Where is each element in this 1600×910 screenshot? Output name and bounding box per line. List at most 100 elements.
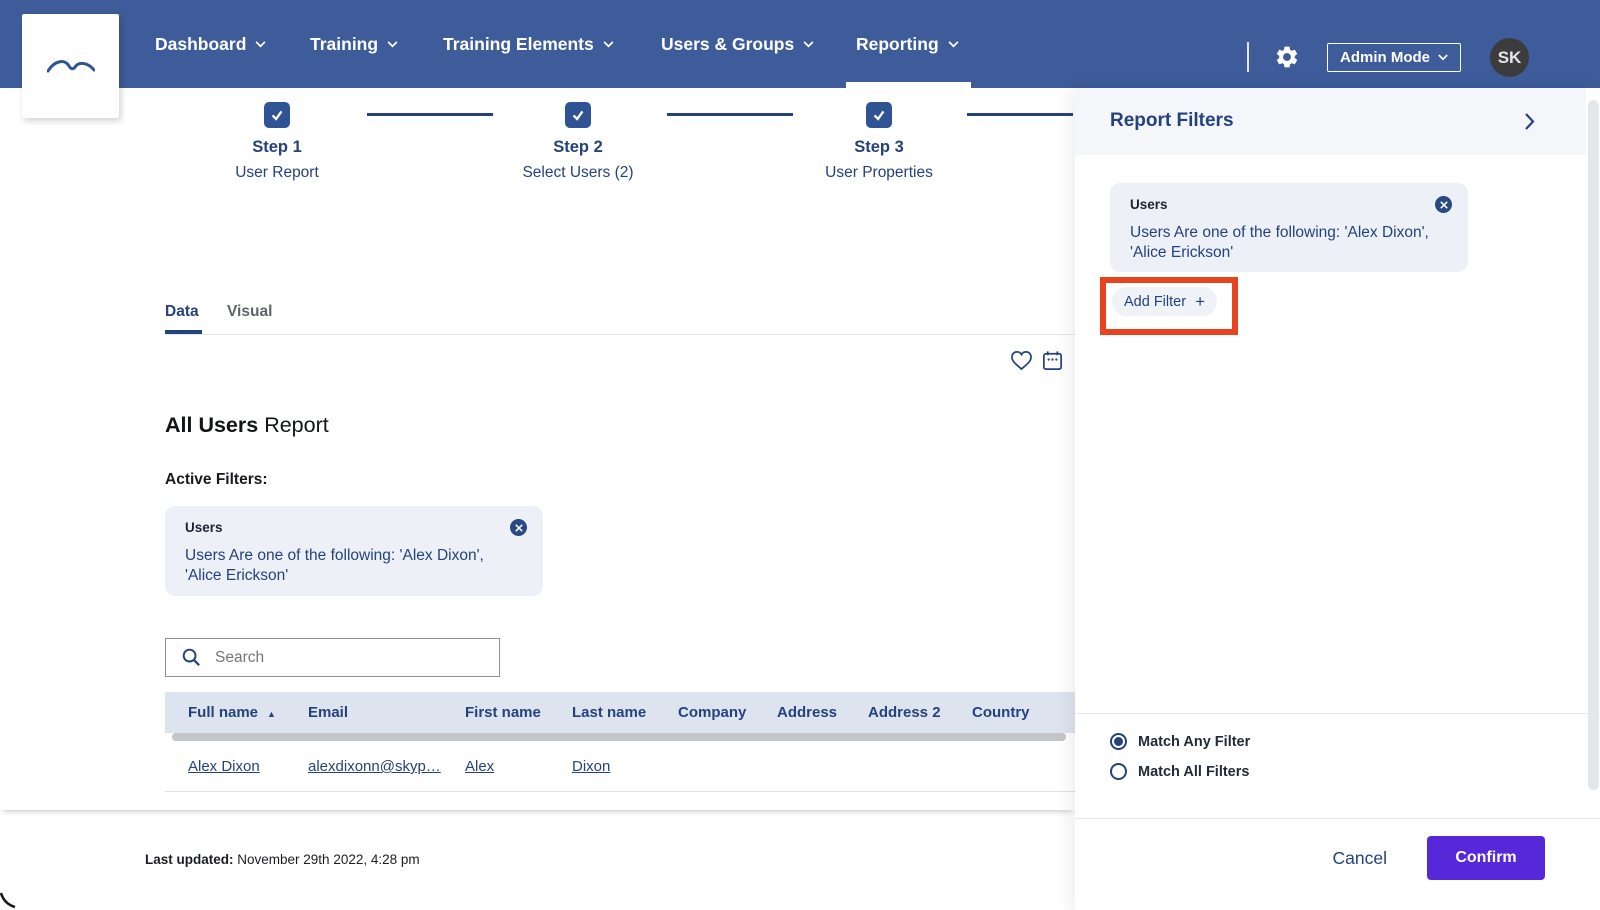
panel-actions: Cancel Confirm (1075, 836, 1545, 880)
corner-decoration (0, 892, 16, 909)
avatar-initials: SK (1497, 47, 1522, 67)
chevron-down-icon (803, 40, 814, 47)
filter-title: Users (185, 520, 223, 535)
confirm-button[interactable]: Confirm (1427, 836, 1545, 880)
column-header-country[interactable]: Country (972, 704, 1062, 721)
panel-filter-card: Users Users Are one of the following: 'A… (1110, 183, 1468, 272)
search-input[interactable] (215, 648, 499, 667)
chevron-down-icon (387, 40, 398, 47)
column-header-company[interactable]: Company (678, 704, 777, 721)
table-row: Alex Dixon alexdixonn@skyp… Alex Dixon (165, 742, 1075, 792)
column-header-address[interactable]: Address (777, 704, 868, 721)
cell-email-link[interactable]: aliceerickson@sk (308, 808, 425, 810)
cell-first-name-link[interactable]: Alex (465, 758, 494, 775)
step-subtitle: User Report (235, 164, 319, 181)
panel-divider (1075, 818, 1600, 819)
radio-label: Match Any Filter (1138, 733, 1251, 750)
nav-label: Users & Groups (661, 33, 795, 54)
nav-label: Dashboard (155, 33, 247, 54)
panel-title: Report Filters (1110, 110, 1234, 131)
table-row: Alice Erickson aliceerickson@sk Alice Er… (165, 792, 1075, 810)
nav-item-training[interactable]: Training (310, 0, 398, 88)
chevron-right-icon (1525, 113, 1535, 130)
step-2-checkbox[interactable] (565, 102, 591, 128)
add-filter-label: Add Filter (1124, 293, 1187, 310)
nav-label: Reporting (856, 33, 939, 54)
column-header-first-name[interactable]: First name (465, 704, 572, 721)
radio-label: Match All Filters (1138, 763, 1250, 780)
close-icon (514, 523, 523, 532)
cancel-button[interactable]: Cancel (1333, 848, 1387, 869)
collapse-panel-button[interactable] (1525, 113, 1535, 135)
active-filters-label: Active Filters: (165, 471, 268, 488)
step-1-checkbox[interactable] (264, 102, 290, 128)
users-table: Full name ▲ Email First name Last name Co… (165, 692, 1075, 810)
search-box (165, 638, 500, 677)
step-connector (967, 113, 1073, 116)
chevron-down-icon (603, 40, 614, 47)
nav-item-users-groups[interactable]: Users & Groups (661, 0, 814, 88)
logo[interactable] (22, 14, 119, 118)
page-vertical-scrollbar[interactable] (1588, 100, 1599, 790)
step-title: Step 1 (252, 138, 302, 156)
step-title: Step 3 (854, 138, 904, 156)
nav-item-dashboard[interactable]: Dashboard (155, 0, 266, 88)
step-2: Step 2 Select Users (2) (468, 102, 688, 182)
step-connector (667, 113, 793, 116)
screen: Dashboard Training Training Elements Use… (0, 0, 1600, 910)
match-all-filters-radio[interactable]: Match All Filters (1110, 763, 1249, 780)
cell-full-name-link[interactable]: Alice Erickson (188, 808, 282, 810)
cell-first-name-link[interactable]: Alice (465, 808, 498, 810)
cell-last-name-link[interactable]: Dixon (572, 758, 610, 775)
table-horizontal-scrollbar (165, 733, 1075, 742)
step-subtitle: User Properties (825, 164, 933, 181)
favorite-heart-icon[interactable] (1010, 350, 1033, 376)
step-connector (367, 113, 493, 116)
step-3-checkbox[interactable] (866, 102, 892, 128)
page-title: All Users Report (165, 413, 329, 438)
cell-email-link[interactable]: alexdixonn@skyp… (308, 758, 441, 775)
check-icon (572, 110, 584, 121)
chevron-down-icon (1438, 54, 1448, 61)
tabs-divider (165, 334, 1075, 335)
admin-mode-label: Admin Mode (1340, 49, 1430, 66)
admin-mode-button[interactable]: Admin Mode (1327, 43, 1461, 72)
avatar[interactable]: SK (1490, 38, 1529, 77)
search-icon (182, 648, 200, 666)
filter-title: Users (1130, 197, 1168, 212)
step-subtitle: Select Users (2) (522, 164, 634, 181)
nav-item-training-elements[interactable]: Training Elements (443, 0, 614, 88)
filter-description-line1: Users Are one of the following: 'Alex Di… (1130, 224, 1429, 241)
panel-divider (1075, 713, 1600, 714)
tab-visual[interactable]: Visual (227, 303, 272, 321)
schedule-calendar-icon[interactable] (1041, 349, 1064, 377)
scrollbar-thumb[interactable] (172, 733, 1066, 741)
last-updated-value: November 29th 2022, 4:28 pm (233, 852, 420, 867)
column-header-email[interactable]: Email (308, 704, 465, 721)
last-updated: Last updated: November 29th 2022, 4:28 p… (145, 852, 420, 867)
add-filter-button[interactable]: Add Filter + (1112, 287, 1217, 316)
column-header-last-name[interactable]: Last name (572, 704, 678, 721)
nav-label: Training (310, 33, 379, 54)
column-header-full-name[interactable]: Full name ▲ (188, 704, 308, 721)
remove-filter-button[interactable] (1435, 196, 1452, 213)
cell-last-name-link[interactable]: Erickson (572, 808, 630, 810)
step-title: Step 2 (553, 138, 603, 156)
bird-logo-icon (46, 59, 95, 72)
remove-filter-button[interactable] (510, 519, 527, 536)
nav-label: Training Elements (443, 33, 594, 54)
active-filter-card: Users Users Are one of the following: 'A… (165, 506, 543, 596)
chevron-down-icon (948, 40, 959, 47)
page-title-bold: All Users (165, 413, 259, 437)
match-any-filter-radio[interactable]: Match Any Filter (1110, 733, 1250, 750)
nav-item-reporting[interactable]: Reporting (846, 0, 971, 88)
panel-header: Report Filters (1075, 88, 1586, 155)
last-updated-label: Last updated: (145, 852, 234, 867)
column-header-address-2[interactable]: Address 2 (868, 704, 972, 721)
step-1: Step 1 User Report (167, 102, 387, 182)
tab-data[interactable]: Data (165, 303, 199, 321)
settings-gear-icon[interactable] (1274, 44, 1300, 70)
filter-description-line2: 'Alice Erickson' (185, 566, 289, 584)
cell-full-name-link[interactable]: Alex Dixon (188, 758, 260, 775)
check-icon (271, 110, 283, 121)
